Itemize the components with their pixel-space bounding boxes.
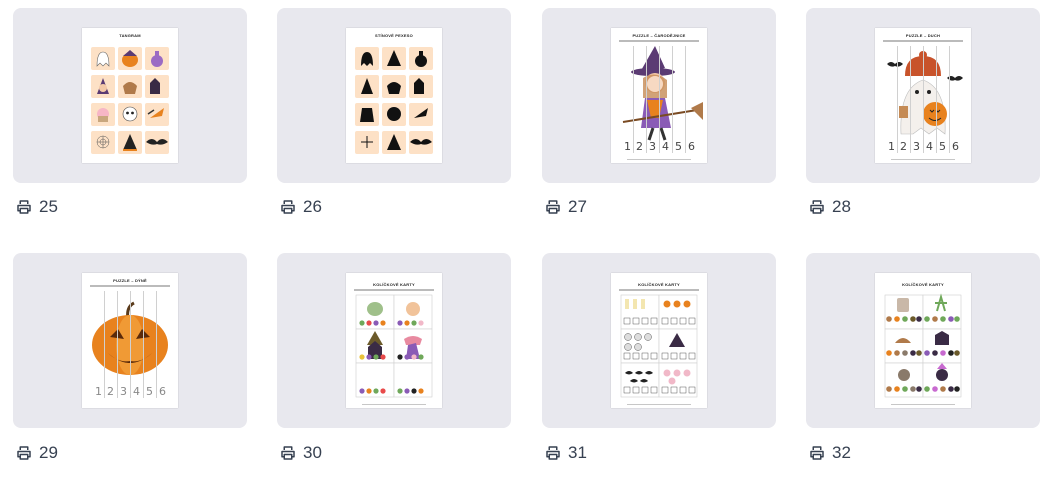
tiles-illustration — [91, 47, 169, 154]
print-count-30: 30 — [279, 441, 322, 465]
puzzle-digit: 3 — [120, 385, 127, 398]
worksheet-card-28[interactable]: PUZZLE – DUCH 1 2 3 4 5 6 — [806, 8, 1040, 183]
puzzle-strip-line — [143, 291, 144, 398]
puzzle-digit: 4 — [662, 140, 669, 153]
worksheet-thumbnail[interactable]: TANGRAM — [82, 28, 178, 163]
puzzle-digit: 6 — [159, 385, 166, 398]
printer-icon — [546, 200, 560, 214]
worksheet-thumbnail[interactable]: KOLÍČKOVÉ KARTY — [875, 273, 971, 408]
print-count-28: 28 — [808, 195, 851, 219]
worksheet-thumbnail[interactable]: KOLÍČKOVÉ KARTY — [611, 273, 707, 408]
printer-icon — [17, 200, 31, 214]
worksheet-number: 30 — [303, 443, 322, 462]
puzzle-digit: 5 — [939, 140, 946, 153]
puzzle-strip-line — [949, 46, 950, 153]
printer-icon — [546, 446, 560, 460]
print-count-29: 29 — [15, 441, 58, 465]
puzzle-strip-line — [936, 46, 937, 153]
clip-cards-dice-illustration — [620, 294, 698, 398]
worksheet-thumbnail[interactable]: KOLÍČKOVÉ KARTY — [346, 273, 442, 408]
puzzle-digit: 4 — [926, 140, 933, 153]
puzzle-strip-line — [130, 291, 131, 398]
clip-cards-colors-illustration — [355, 294, 433, 398]
puzzle-strip-line — [897, 46, 898, 153]
worksheet-number: 25 — [39, 197, 58, 216]
worksheet-footer-line — [627, 158, 691, 160]
printer-icon — [281, 200, 295, 214]
worksheet-card-25[interactable]: TANGRAM — [13, 8, 247, 183]
worksheet-card-26[interactable]: STÍNOVÉ PEXESO — [277, 8, 511, 183]
puzzle-digit: 3 — [649, 140, 656, 153]
worksheet-thumbnail[interactable]: PUZZLE – DÝNĚ 1 2 3 4 5 6 — [82, 273, 178, 408]
puzzle-digit: 3 — [913, 140, 920, 153]
puzzle-strip-line — [910, 46, 911, 153]
print-count-31: 31 — [544, 441, 587, 465]
puzzle-digit: 1 — [624, 140, 631, 153]
puzzle-strip-line — [104, 291, 105, 398]
printer-icon — [17, 446, 31, 460]
puzzle-digit: 1 — [95, 385, 102, 398]
puzzle-digit: 6 — [952, 140, 959, 153]
puzzle-strip-line — [156, 291, 157, 398]
worksheet-card-32[interactable]: KOLÍČKOVÉ KARTY — [806, 253, 1040, 428]
worksheet-footer-line — [891, 403, 955, 405]
puzzle-strip-line — [672, 46, 673, 153]
worksheet-thumbnail[interactable]: PUZZLE – DUCH 1 2 3 4 5 6 — [875, 28, 971, 163]
worksheet-footer-line — [891, 158, 955, 160]
worksheet-thumbnail[interactable]: PUZZLE – ČARODĚJNICE 1 2 3 4 5 6 — [611, 28, 707, 163]
puzzle-digit: 4 — [133, 385, 140, 398]
puzzle-strip-line — [685, 46, 686, 153]
shadow-tiles-illustration — [355, 47, 433, 154]
worksheet-footer-line — [362, 403, 426, 405]
print-count-32: 32 — [808, 441, 851, 465]
worksheet-number: 26 — [303, 197, 322, 216]
printer-icon — [810, 446, 824, 460]
puzzle-strip-line — [646, 46, 647, 153]
worksheet-number: 27 — [568, 197, 587, 216]
puzzle-digit: 2 — [107, 385, 114, 398]
print-count-26: 26 — [279, 195, 322, 219]
puzzle-digit: 5 — [675, 140, 682, 153]
worksheet-card-27[interactable]: PUZZLE – ČARODĚJNICE 1 2 3 4 5 6 — [542, 8, 776, 183]
worksheet-number: 29 — [39, 443, 58, 462]
worksheet-number: 32 — [832, 443, 851, 462]
puzzle-digit: 2 — [636, 140, 643, 153]
printer-icon — [810, 200, 824, 214]
puzzle-digit: 1 — [888, 140, 895, 153]
puzzle-strip-line — [659, 46, 660, 153]
worksheet-card-30[interactable]: KOLÍČKOVÉ KARTY — [277, 253, 511, 428]
worksheet-thumbnail[interactable]: STÍNOVÉ PEXESO — [346, 28, 442, 163]
puzzle-strip-line — [923, 46, 924, 153]
worksheet-number: 31 — [568, 443, 587, 462]
puzzle-strip-line — [633, 46, 634, 153]
puzzle-strip-line — [117, 291, 118, 398]
puzzle-digit: 2 — [900, 140, 907, 153]
puzzle-digit: 5 — [146, 385, 153, 398]
clip-cards-count-illustration — [884, 293, 962, 398]
worksheet-card-29[interactable]: PUZZLE – DÝNĚ 1 2 3 4 5 6 — [13, 253, 247, 428]
print-count-27: 27 — [544, 195, 587, 219]
worksheet-number: 28 — [832, 197, 851, 216]
puzzle-digit: 6 — [688, 140, 695, 153]
worksheet-footer-line — [627, 403, 691, 405]
print-count-25: 25 — [15, 195, 58, 219]
worksheet-card-31[interactable]: KOLÍČKOVÉ KARTY — [542, 253, 776, 428]
printer-icon — [281, 446, 295, 460]
